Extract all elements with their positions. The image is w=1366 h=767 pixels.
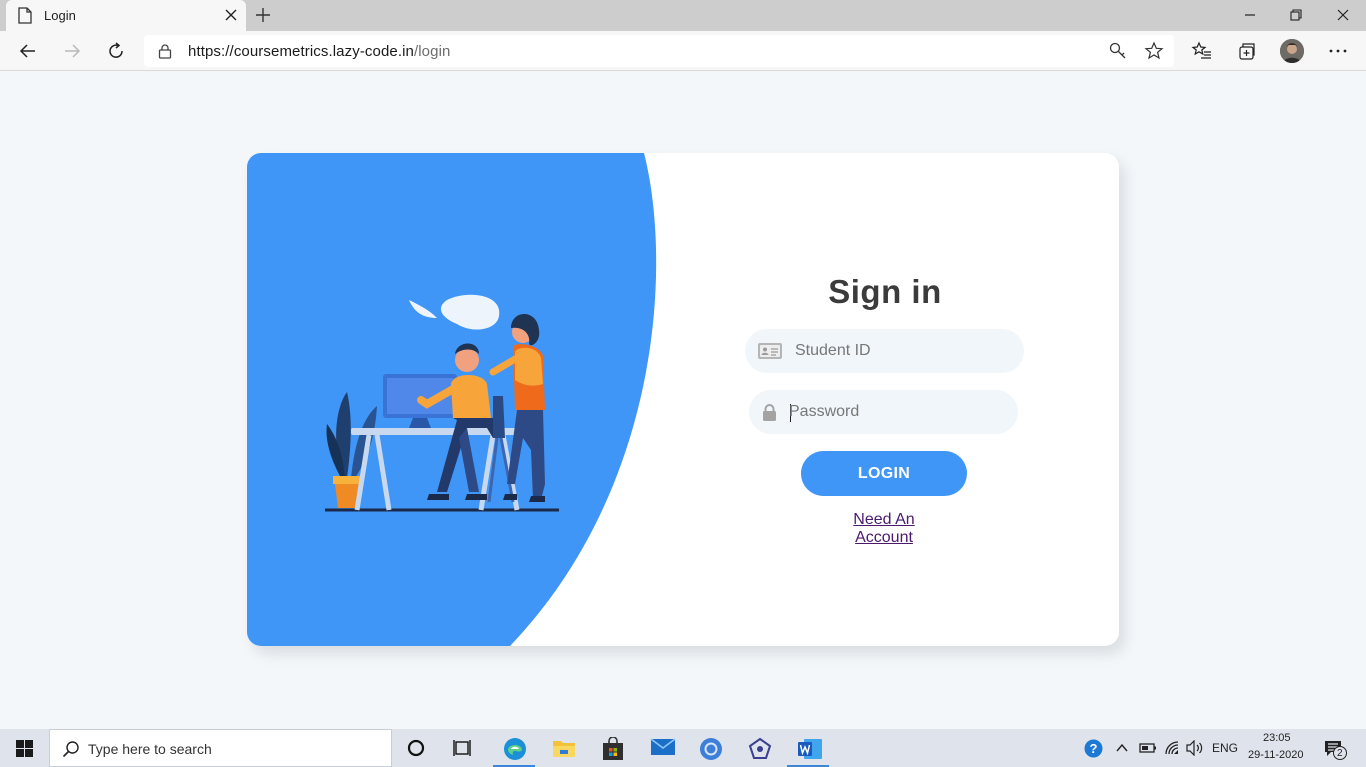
need-account-link[interactable]: Need An Account <box>823 511 945 547</box>
battery-icon[interactable] <box>1139 742 1157 754</box>
page-icon <box>18 7 32 24</box>
language-indicator[interactable]: ENG <box>1212 741 1238 755</box>
student-id-field[interactable] <box>745 329 1024 373</box>
close-icon[interactable] <box>224 8 238 22</box>
password-lock-icon <box>763 404 776 421</box>
plus-icon[interactable] <box>254 6 272 24</box>
url-base: https://coursemetrics.lazy-code.in <box>188 43 414 60</box>
taskbar-search-box[interactable]: Type here to search <box>49 729 392 767</box>
refresh-icon[interactable] <box>105 40 127 62</box>
lock-icon <box>158 44 172 59</box>
minimize-icon[interactable] <box>1236 4 1264 26</box>
collections-icon[interactable] <box>1236 40 1258 62</box>
app-icon <box>748 737 772 759</box>
student-id-input[interactable] <box>795 329 1015 373</box>
window-close-icon[interactable] <box>1329 4 1357 26</box>
taskbar-word[interactable] <box>785 729 831 767</box>
browser-tab[interactable]: Login <box>6 0 246 31</box>
word-icon <box>798 739 822 759</box>
avatar[interactable] <box>1280 39 1304 63</box>
login-card: Sign in LOGIN Need An Account <box>247 153 1119 646</box>
edge-icon <box>504 738 526 760</box>
volume-icon[interactable] <box>1186 740 1204 756</box>
profile-picture <box>1280 39 1304 63</box>
more-icon[interactable] <box>1327 40 1349 62</box>
clock-time[interactable]: 23:05 <box>1263 732 1291 744</box>
help-icon[interactable]: ? <box>1084 739 1103 758</box>
id-card-icon <box>758 343 782 359</box>
wifi-icon[interactable] <box>1164 740 1180 756</box>
clock-date[interactable]: 29-11-2020 <box>1248 749 1303 761</box>
taskbar-app[interactable] <box>736 729 782 767</box>
password-input[interactable] <box>789 390 1009 434</box>
taskbar-chrome[interactable] <box>687 729 733 767</box>
task-view-button[interactable] <box>440 729 486 767</box>
back-icon[interactable] <box>17 40 39 62</box>
star-icon[interactable] <box>1144 41 1164 61</box>
people-at-desk-illustration <box>325 294 559 512</box>
forward-icon[interactable] <box>61 40 83 62</box>
favorites-icon[interactable] <box>1191 40 1213 62</box>
notification-count: 2 <box>1337 748 1343 759</box>
taskbar-edge[interactable] <box>491 729 537 767</box>
chevron-up-icon[interactable] <box>1115 742 1129 754</box>
password-field[interactable] <box>749 390 1018 434</box>
cortana-icon <box>407 739 425 757</box>
page-title: Sign in <box>828 273 942 310</box>
store-icon <box>603 737 623 760</box>
restore-icon[interactable] <box>1282 4 1310 26</box>
browser-tab-strip: Login <box>0 0 1366 31</box>
login-button[interactable]: LOGIN <box>801 451 967 496</box>
url-text[interactable]: https://coursemetrics.lazy-code.in/login <box>188 43 450 60</box>
notification-icon[interactable] <box>1324 739 1348 761</box>
cortana-button[interactable] <box>393 729 439 767</box>
taskbar-store[interactable] <box>589 729 635 767</box>
windows-icon[interactable] <box>16 740 33 757</box>
search-placeholder: Type here to search <box>88 741 212 757</box>
taskbar-file-explorer[interactable] <box>540 729 586 767</box>
chrome-icon <box>700 738 722 760</box>
file-explorer-icon <box>553 741 575 757</box>
task-view-icon <box>453 740 471 756</box>
mail-icon <box>650 738 676 755</box>
key-icon[interactable] <box>1108 41 1128 61</box>
taskbar-mail[interactable] <box>638 729 684 767</box>
address-toolbar: https://coursemetrics.lazy-code.in/login <box>0 31 1366 71</box>
url-path: /login <box>413 43 451 60</box>
windows-taskbar: Type here to search ? ENG 23:05 29-11-20… <box>0 729 1366 767</box>
tab-title: Login <box>44 8 76 23</box>
svg-text:?: ? <box>1090 741 1098 756</box>
address-bar[interactable]: https://coursemetrics.lazy-code.in/login <box>144 35 1174 67</box>
search-icon <box>62 741 79 758</box>
